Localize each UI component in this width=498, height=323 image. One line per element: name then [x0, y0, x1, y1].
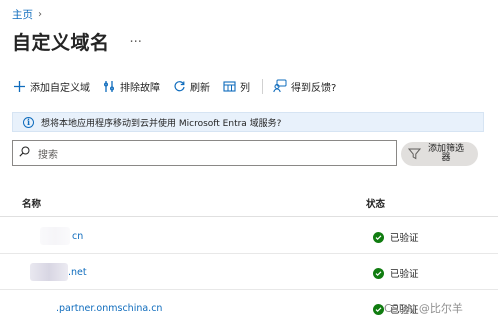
- breadcrumb: 主页 ›: [12, 7, 42, 22]
- columns-label: 列: [240, 82, 250, 94]
- table-row[interactable]: .net 已验证: [0, 255, 498, 290]
- title-row: 自定义域名 ···: [12, 28, 142, 55]
- breadcrumb-home-link[interactable]: 主页: [12, 7, 33, 22]
- column-header-name[interactable]: 名称: [22, 196, 41, 210]
- watermark: CSDN @比尔羊: [384, 302, 463, 315]
- status-text: 已验证: [390, 233, 419, 244]
- column-header-status[interactable]: 状态: [366, 196, 385, 210]
- status-cell: 已验证: [373, 230, 419, 244]
- info-icon: i: [23, 116, 34, 128]
- add-filter-label: 添加筛选器: [427, 144, 464, 163]
- status-cell: 已验证: [373, 266, 419, 280]
- domain-name-link[interactable]: cn: [72, 231, 83, 242]
- refresh-icon: [172, 79, 186, 93]
- troubleshoot-button[interactable]: 排除故障: [102, 79, 160, 94]
- table-row[interactable]: cn 已验证: [0, 219, 498, 254]
- plus-icon: [12, 79, 26, 93]
- redacted-text: [40, 227, 70, 245]
- page-title: 自定义域名: [12, 32, 110, 54]
- more-options-button[interactable]: ···: [130, 35, 142, 50]
- status-text: 已验证: [390, 269, 419, 280]
- domain-name-link[interactable]: .partner.onmschina.cn: [56, 303, 162, 314]
- columns-icon: [222, 79, 236, 93]
- filter-icon: [407, 145, 422, 164]
- search-icon: [19, 146, 30, 160]
- feedback-button[interactable]: 得到反馈?: [273, 79, 336, 94]
- domain-name-link[interactable]: .net: [68, 267, 87, 278]
- wrench-icon: [102, 79, 116, 93]
- refresh-label: 刷新: [190, 82, 210, 94]
- feedback-label: 得到反馈?: [291, 82, 337, 94]
- feedback-person-icon: [273, 79, 287, 93]
- search-input[interactable]: 搜索: [12, 140, 397, 166]
- verified-check-icon: [373, 267, 384, 279]
- verified-check-icon: [373, 303, 384, 315]
- refresh-button[interactable]: 刷新: [172, 79, 210, 94]
- verified-check-icon: [373, 231, 384, 243]
- info-message-text[interactable]: 想将本地应用程序移动到云并使用 Microsoft Entra 域服务?: [41, 116, 281, 129]
- info-message-bar: i 想将本地应用程序移动到云并使用 Microsoft Entra 域服务?: [12, 112, 484, 132]
- add-custom-domain-button[interactable]: 添加自定义域: [12, 79, 90, 94]
- add-custom-domain-label: 添加自定义域: [30, 82, 90, 94]
- toolbar-divider: [262, 78, 263, 94]
- command-bar: 添加自定义域 排除故障 刷新 列 得到反馈?: [12, 77, 348, 95]
- redacted-text: [30, 263, 68, 281]
- search-placeholder: 搜索: [38, 149, 58, 161]
- add-filter-button[interactable]: 添加筛选器: [401, 142, 478, 166]
- chevron-right-icon: ›: [38, 9, 42, 20]
- table-header: 名称 状态: [0, 192, 498, 217]
- columns-button[interactable]: 列: [222, 79, 250, 94]
- troubleshoot-label: 排除故障: [120, 82, 160, 94]
